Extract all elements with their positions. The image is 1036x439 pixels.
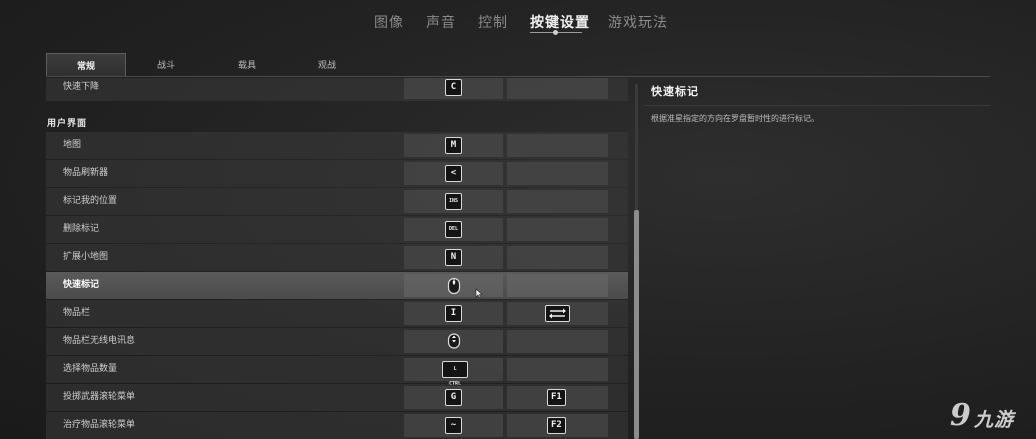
keycap: N — [445, 249, 462, 266]
detail-title: 快速标记 — [651, 85, 699, 98]
list-item-quick-descend[interactable]: 快速下降 C — [46, 78, 628, 101]
primary-binding[interactable]: L CTRL — [404, 358, 503, 387]
subtab-spectate[interactable]: 观战 — [287, 53, 367, 77]
scrollbar-thumb[interactable] — [634, 210, 639, 439]
watermark-logo: 9 — [950, 398, 971, 433]
watermark-text: 九游 — [974, 409, 1015, 431]
row-label: 扩展小地图 — [63, 252, 109, 262]
primary-binding[interactable]: C — [404, 78, 503, 99]
primary-binding[interactable]: G — [404, 386, 503, 409]
primary-binding[interactable]: N — [404, 246, 503, 269]
list-item-mark-my-position[interactable]: 标记我的位置 INS — [46, 188, 628, 215]
row-label: 删除标记 — [63, 224, 100, 234]
tab-keybindings[interactable]: 按键设置 — [530, 12, 590, 32]
primary-binding[interactable]: ~ — [404, 414, 503, 437]
detail-description: 根据准星指定的方向在罗盘暂时性的进行标记。 — [651, 114, 819, 123]
list-item-heals-wheel[interactable]: 治疗物品滚轮菜单 ~ F2 — [46, 412, 628, 439]
row-label: 选择物品数量 — [63, 364, 118, 374]
list-item-throwables-wheel[interactable]: 投掷武器滚轮菜单 G F1 — [46, 384, 628, 411]
keycap: C — [445, 79, 462, 96]
primary-binding[interactable]: M — [404, 134, 503, 157]
keycap: ~ — [445, 417, 462, 434]
keycap: G — [445, 389, 462, 406]
list-item-quick-mark[interactable]: 快速标记 — [46, 272, 628, 299]
subtab-combat[interactable]: 战斗 — [126, 53, 206, 77]
tab-sound[interactable]: 声音 — [426, 12, 456, 32]
row-label: 物品栏无线电讯息 — [63, 336, 136, 346]
secondary-binding[interactable] — [507, 78, 608, 99]
secondary-binding[interactable] — [507, 358, 608, 381]
detail-divider — [644, 105, 990, 106]
secondary-binding[interactable] — [507, 246, 608, 269]
subtab-vehicle[interactable]: 载具 — [207, 53, 287, 77]
tab-controls[interactable]: 控制 — [478, 12, 508, 32]
keycap: L CTRL — [442, 361, 468, 387]
primary-binding[interactable]: I — [404, 302, 503, 325]
keycap: < — [445, 165, 462, 182]
tab-gameplay[interactable]: 游戏玩法 — [608, 12, 668, 32]
subtab-general[interactable]: 常规 — [46, 53, 126, 77]
mouse-middle-icon — [447, 277, 461, 299]
keybinding-list: 快速下降 C 用户界面 地图 M 物品刷新器 < 标记我的位置 INS 删除标记… — [46, 78, 628, 439]
list-item-inventory-radio[interactable]: 物品栏无线电讯息 — [46, 328, 628, 355]
top-nav: 图像 声音 控制 按键设置 游戏玩法 — [0, 0, 1036, 44]
tab-graphics[interactable]: 图像 — [374, 12, 404, 32]
primary-binding[interactable]: INS — [404, 190, 503, 213]
secondary-binding[interactable] — [507, 134, 608, 157]
row-label: 快速下降 — [63, 82, 100, 92]
active-tab-dot — [553, 30, 558, 35]
secondary-binding[interactable]: F2 — [507, 414, 608, 437]
secondary-binding[interactable] — [507, 218, 608, 241]
list-item-inventory[interactable]: 物品栏 I — [46, 300, 628, 327]
list-item-loot-refresher[interactable]: 物品刷新器 < — [46, 160, 628, 187]
row-label: 物品刷新器 — [63, 168, 109, 178]
list-item-delete-marker[interactable]: 删除标记 DEL — [46, 216, 628, 243]
list-item-map[interactable]: 地图 M — [46, 132, 628, 159]
row-label: 投掷武器滚轮菜单 — [63, 392, 136, 402]
secondary-binding[interactable] — [507, 274, 608, 297]
list-item-expand-minimap[interactable]: 扩展小地图 N — [46, 244, 628, 271]
tab-icon — [545, 305, 570, 322]
keycap: F2 — [547, 417, 566, 434]
list-item-select-quantity[interactable]: 选择物品数量 L CTRL — [46, 356, 628, 387]
keycap: INS — [445, 193, 463, 210]
secondary-binding[interactable] — [507, 190, 608, 213]
row-label: 标记我的位置 — [63, 196, 118, 206]
primary-binding[interactable] — [404, 330, 503, 353]
keycap: M — [445, 137, 462, 154]
keycap: F1 — [547, 389, 566, 406]
subtab-divider — [46, 76, 990, 77]
primary-binding[interactable]: < — [404, 162, 503, 185]
keycap: DEL — [445, 221, 463, 238]
secondary-binding[interactable] — [507, 162, 608, 185]
secondary-binding[interactable] — [507, 302, 608, 325]
row-label: 地图 — [63, 140, 82, 150]
secondary-binding[interactable] — [507, 330, 608, 353]
row-label: 物品栏 — [63, 308, 91, 318]
sub-tabs: 常规 战斗 载具 观战 — [46, 53, 990, 77]
row-label: 快速标记 — [63, 280, 100, 290]
primary-binding[interactable] — [404, 274, 503, 299]
row-label: 治疗物品滚轮菜单 — [63, 420, 136, 430]
secondary-binding[interactable]: F1 — [507, 386, 608, 409]
keycap: I — [445, 305, 462, 322]
primary-binding[interactable]: DEL — [404, 218, 503, 241]
mouse-wheel-icon — [447, 333, 461, 353]
section-header: 用户界面 — [47, 119, 88, 129]
